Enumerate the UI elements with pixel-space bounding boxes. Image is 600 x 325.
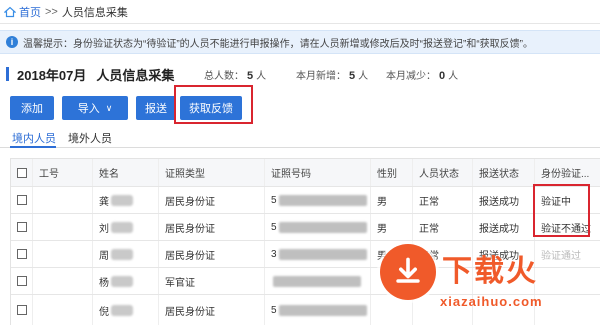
stat-decrease: 本月减少： 0 人	[386, 70, 459, 82]
table-header-row: 工号 姓名 证照类型 证照号码 性别 人员状态 报送状态 身份验证...	[11, 159, 600, 187]
stat-new: 本月新增： 5 人	[296, 70, 369, 82]
notice-banner: i 温馨提示：身份验证状态为“待验证”的人员不能进行申报操作，请在人员新增或修改…	[0, 30, 600, 54]
page-header: 2018年07月 人员信息采集 总人数： 5 人 本月新增： 5 人 本月减少： 0 人	[0, 64, 600, 84]
row-checkbox[interactable]	[17, 195, 27, 205]
notice-text: 温馨提示：身份验证状态为“待验证”的人员不能进行申报操作，请在人员新增或修改后及…	[23, 38, 533, 50]
col-header-id-type: 证照类型	[159, 159, 265, 186]
add-button[interactable]: 添加	[10, 96, 54, 120]
id-no-cell: 5	[265, 214, 371, 240]
title-accent-bar	[6, 67, 9, 81]
table-row[interactable]: 刘 居民身份证 5 男 正常 报送成功 验证不通过	[11, 214, 600, 241]
row-checkbox[interactable]	[17, 222, 27, 232]
name-cell: 倪	[93, 295, 159, 325]
gender-cell: 男	[371, 214, 413, 240]
id-no-cell: 5	[265, 295, 371, 325]
report-cell: 报送成功	[473, 214, 535, 240]
name-cell: 刘	[93, 214, 159, 240]
col-header-name: 姓名	[93, 159, 159, 186]
row-checkbox[interactable]	[17, 276, 27, 286]
col-header-emp-no: 工号	[33, 159, 93, 186]
id-type-cell: 居民身份证	[159, 241, 265, 267]
name-cell: 杨	[93, 268, 159, 294]
feedback-button-highlight	[174, 85, 253, 124]
col-header-gender: 性别	[371, 159, 413, 186]
tab-domestic[interactable]: 境内人员	[12, 130, 56, 146]
col-header-report: 报送状态	[473, 159, 535, 186]
tab-bar: 境内人员 境外人员	[0, 128, 600, 148]
chevron-down-icon: ∨	[105, 102, 113, 113]
verify-status-highlight	[533, 184, 590, 237]
info-icon: i	[6, 36, 18, 48]
breadcrumb: 首页 >> 人员信息采集	[0, 0, 600, 24]
select-all-cell	[11, 159, 33, 186]
id-type-cell: 居民身份证	[159, 187, 265, 213]
download-arrow-icon	[380, 244, 436, 300]
emp-no-cell	[33, 187, 93, 213]
col-header-verify: 身份验证...	[535, 159, 600, 186]
col-header-id-no: 证照号码	[265, 159, 371, 186]
name-cell: 周	[93, 241, 159, 267]
page-period: 2018年07月	[17, 67, 87, 83]
gender-cell: 男	[371, 187, 413, 213]
emp-no-cell	[33, 214, 93, 240]
page-title: 人员信息采集	[96, 67, 175, 83]
emp-no-cell	[33, 241, 93, 267]
home-icon[interactable]	[4, 6, 16, 18]
id-no-cell: 3	[265, 241, 371, 267]
id-type-cell: 居民身份证	[159, 295, 265, 325]
watermark-text-cn: 下载火	[442, 255, 538, 288]
id-type-cell: 居民身份证	[159, 214, 265, 240]
active-tab-indicator	[10, 146, 56, 148]
breadcrumb-home-link[interactable]: 首页	[19, 4, 41, 20]
breadcrumb-current: 人员信息采集	[61, 6, 128, 19]
id-no-cell: 5	[265, 187, 371, 213]
table-row[interactable]: 龚 居民身份证 5 男 正常 报送成功 验证中	[11, 187, 600, 214]
import-dropdown-button[interactable]: 导入 ∨	[62, 96, 128, 120]
row-checkbox[interactable]	[17, 305, 27, 315]
select-all-checkbox[interactable]	[17, 167, 27, 178]
row-checkbox[interactable]	[17, 249, 27, 259]
report-cell: 报送成功	[473, 187, 535, 213]
watermark-text-en: xiazaihuo.com	[440, 294, 543, 309]
breadcrumb-separator: >>	[45, 5, 58, 18]
status-cell: 正常	[413, 187, 473, 213]
submit-button[interactable]: 报送	[136, 96, 176, 120]
tab-foreign[interactable]: 境外人员	[68, 130, 112, 146]
watermark: 下载火 xiazaihuo.com	[380, 242, 600, 325]
name-cell: 龚	[93, 187, 159, 213]
id-type-cell: 军官证	[159, 268, 265, 294]
id-no-cell	[265, 268, 371, 294]
col-header-status: 人员状态	[413, 159, 473, 186]
emp-no-cell	[33, 268, 93, 294]
stat-total: 总人数： 5 人	[204, 70, 267, 82]
emp-no-cell	[33, 295, 93, 325]
status-cell: 正常	[413, 214, 473, 240]
